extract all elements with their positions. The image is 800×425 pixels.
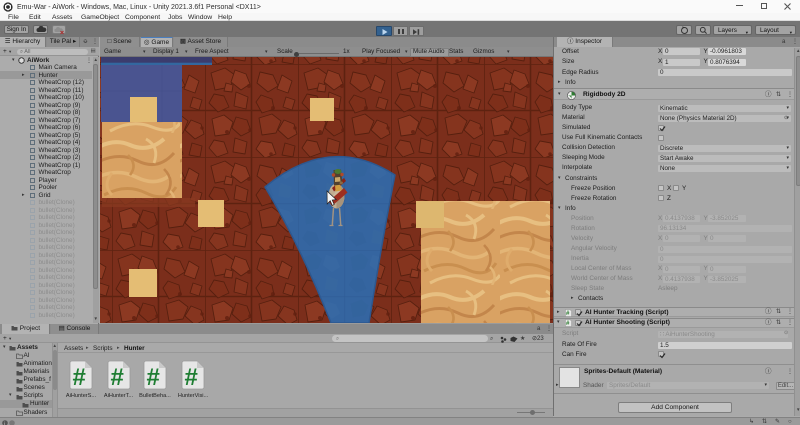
svg-text:#: # [73, 364, 86, 391]
svg-text:#: # [566, 320, 570, 327]
svg-text:#: # [147, 364, 160, 391]
svg-text:i: i [4, 420, 5, 425]
svg-text:#: # [566, 310, 570, 317]
svg-text:#: # [110, 364, 123, 391]
svg-text:#: # [185, 364, 198, 391]
